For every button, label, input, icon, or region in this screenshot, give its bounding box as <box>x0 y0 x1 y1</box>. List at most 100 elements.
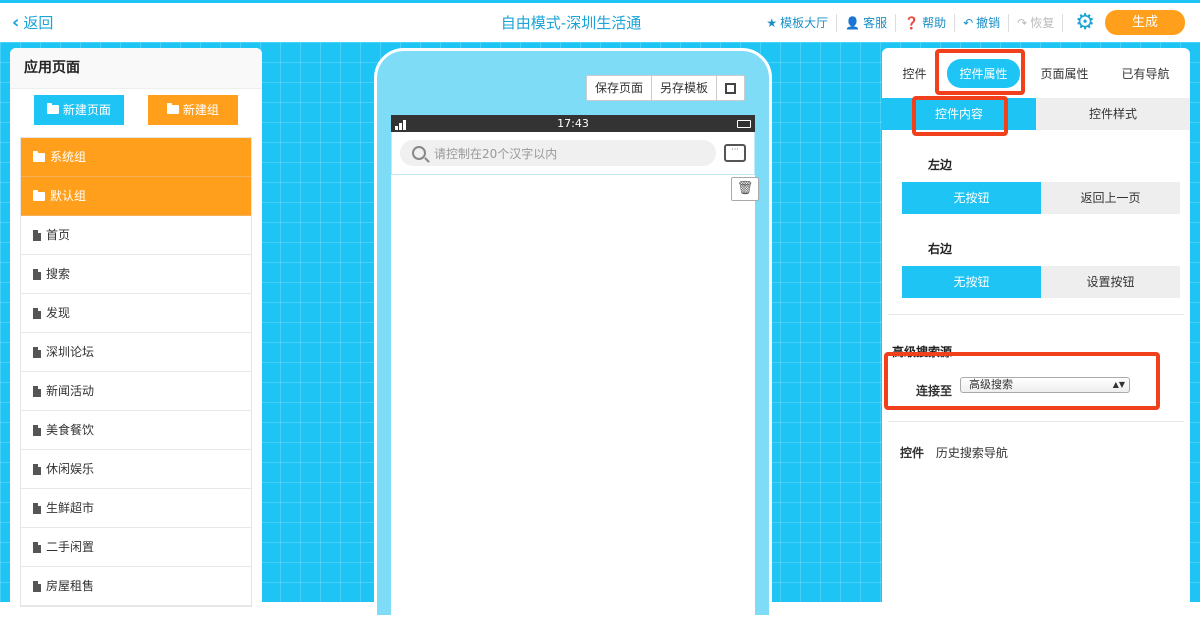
right-side-label: 右边 <box>928 242 953 256</box>
connect-to-select[interactable]: 高级搜索 ▲▼ <box>960 376 1131 393</box>
phone-preview: 保存页面 另存模板 17:43 请控制在20个汉字以内 ··· 🗑 <box>374 48 772 635</box>
message-icon[interactable]: ··· <box>724 144 746 162</box>
control-info: 控件 历史搜索导航 <box>882 444 1190 461</box>
undo-label: 撤销 <box>976 16 1001 30</box>
list-item[interactable]: 发现 <box>21 294 251 333</box>
template-hall-label: 模板大厅 <box>780 16 829 30</box>
status-bar: 17:43 <box>391 115 755 132</box>
control-label: 控件 <box>900 446 925 460</box>
undo-icon: ↶ <box>963 15 974 30</box>
user-icon: 👤 <box>845 15 861 30</box>
gear-icon[interactable]: ⚙ <box>1075 10 1095 35</box>
connect-to-value: 高级搜索 <box>969 377 1014 391</box>
list-item[interactable]: 新闻活动 <box>21 372 251 411</box>
folder-icon <box>167 103 180 114</box>
status-time: 17:43 <box>557 117 589 130</box>
list-item[interactable]: 房屋租售 <box>21 567 251 606</box>
right-no-button-option[interactable]: 无按钮 <box>902 266 1041 298</box>
left-back-option[interactable]: 返回上一页 <box>1041 182 1180 214</box>
group-system[interactable]: 系统组 <box>21 138 251 177</box>
right-button-selector: 无按钮 设置按钮 <box>902 266 1180 298</box>
page-label: 美食餐饮 <box>46 423 95 437</box>
tab-page-properties[interactable]: 页面属性 <box>1028 59 1100 88</box>
tab-controls[interactable]: 控件 <box>890 59 938 88</box>
group-label: 默认组 <box>50 189 87 203</box>
divider <box>888 421 1184 422</box>
page-label: 休闲娱乐 <box>46 462 95 476</box>
app-pages-panel: 应用页面 新建页面 新建组 系统组 默认组 首页 搜索 发现 深圳论坛 新闻活动… <box>10 48 262 608</box>
undo-button[interactable]: ↶ 撤销 <box>955 13 1010 32</box>
search-icon <box>412 146 426 160</box>
top-bar: ‹ 返回 自由模式-深圳生活通 ★ 模板大厅 👤 客服 ❓ 帮助 ↶ 撤销 ↷ … <box>0 0 1200 42</box>
page-label: 新闻活动 <box>46 384 95 398</box>
page-label: 首页 <box>46 228 71 242</box>
right-set-button-option[interactable]: 设置按钮 <box>1041 266 1180 298</box>
document-icon <box>33 229 41 241</box>
advanced-search-title: 高级搜索源 <box>892 345 953 359</box>
page-label: 深圳论坛 <box>46 345 95 359</box>
document-icon <box>33 346 41 358</box>
new-group-button[interactable]: 新建组 <box>148 95 238 125</box>
select-arrows-icon: ▲▼ <box>1112 379 1126 389</box>
left-no-button-option[interactable]: 无按钮 <box>902 182 1041 214</box>
list-item[interactable]: 二手闲置 <box>21 528 251 567</box>
redo-icon: ↷ <box>1017 15 1028 30</box>
new-page-label: 新建页面 <box>62 103 111 117</box>
document-icon <box>33 580 41 592</box>
page-label: 发现 <box>46 306 71 320</box>
save-as-template-button[interactable]: 另存模板 <box>652 76 717 100</box>
search-input[interactable]: 请控制在20个汉字以内 <box>400 140 716 166</box>
document-icon <box>33 502 41 514</box>
search-widget[interactable]: 请控制在20个汉字以内 ··· <box>391 132 755 175</box>
redo-label: 恢复 <box>1030 16 1055 30</box>
help-button[interactable]: ❓ 帮助 <box>896 13 956 32</box>
template-hall-button[interactable]: ★ 模板大厅 <box>758 13 838 32</box>
star-icon: ★ <box>766 15 778 30</box>
page-label: 生鲜超市 <box>46 501 95 515</box>
properties-panel: 控件 控件属性 页面属性 已有导航 控件内容 控件样式 左边 无按钮 返回上一页… <box>882 48 1190 608</box>
page-label: 搜索 <box>46 267 71 281</box>
group-default[interactable]: 默认组 <box>21 177 251 216</box>
sub-tabs: 控件内容 控件样式 <box>882 98 1190 130</box>
customer-service-button[interactable]: 👤 客服 <box>837 13 897 32</box>
phone-toolbar: 保存页面 另存模板 <box>585 75 745 101</box>
qr-code-icon <box>725 83 736 94</box>
new-group-label: 新建组 <box>182 103 219 117</box>
tab-control-content[interactable]: 控件内容 <box>882 98 1036 130</box>
document-icon <box>33 541 41 553</box>
qr-code-button[interactable] <box>717 76 744 100</box>
toolbar: ★ 模板大厅 👤 客服 ❓ 帮助 ↶ 撤销 ↷ 恢复 ⚙ 生成 <box>758 3 1200 42</box>
group-label: 系统组 <box>50 150 87 164</box>
customer-service-label: 客服 <box>863 16 888 30</box>
document-icon <box>33 268 41 280</box>
battery-icon <box>737 120 751 128</box>
search-placeholder: 请控制在20个汉字以内 <box>434 146 558 161</box>
page-list: 系统组 默认组 首页 搜索 发现 深圳论坛 新闻活动 美食餐饮 休闲娱乐 生鲜超… <box>20 137 252 607</box>
help-icon: ❓ <box>904 15 920 30</box>
delete-widget-button[interactable]: 🗑 <box>731 177 759 201</box>
new-page-button[interactable]: 新建页面 <box>34 95 124 125</box>
document-icon <box>33 424 41 436</box>
page-label: 二手闲置 <box>46 540 95 554</box>
tab-control-properties[interactable]: 控件属性 <box>947 58 1020 88</box>
list-item[interactable]: 休闲娱乐 <box>21 450 251 489</box>
divider <box>888 314 1184 315</box>
app-pages-title: 应用页面 <box>10 48 262 89</box>
list-item[interactable]: 生鲜超市 <box>21 489 251 528</box>
help-label: 帮助 <box>922 16 947 30</box>
tab-existing-navigation[interactable]: 已有导航 <box>1109 59 1181 88</box>
document-icon <box>33 307 41 319</box>
tab-control-style[interactable]: 控件样式 <box>1036 98 1190 130</box>
signal-icon <box>395 120 406 130</box>
list-item[interactable]: 美食餐饮 <box>21 411 251 450</box>
list-item[interactable]: 首页 <box>21 216 251 255</box>
save-page-button[interactable]: 保存页面 <box>587 76 652 100</box>
phone-screen: 17:43 请控制在20个汉字以内 ··· 🗑 <box>391 115 759 635</box>
trash-icon: 🗑 <box>736 181 754 196</box>
list-item[interactable]: 搜索 <box>21 255 251 294</box>
control-value: 历史搜索导航 <box>935 446 1008 460</box>
redo-button[interactable]: ↷ 恢复 <box>1009 13 1064 32</box>
list-item[interactable]: 深圳论坛 <box>21 333 251 372</box>
left-button-selector: 无按钮 返回上一页 <box>902 182 1180 214</box>
generate-button[interactable]: 生成 <box>1105 10 1185 35</box>
